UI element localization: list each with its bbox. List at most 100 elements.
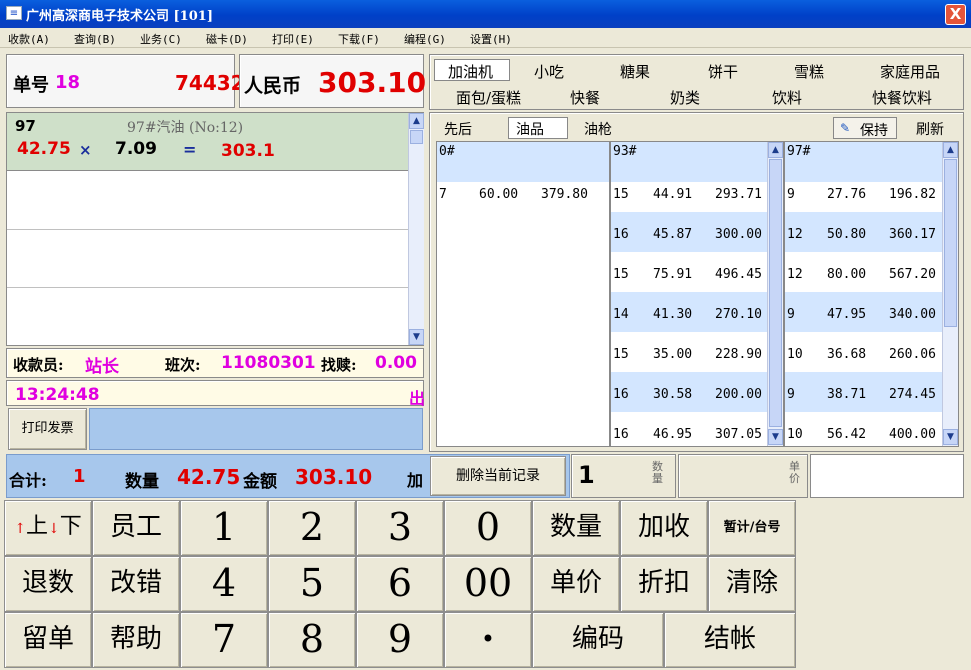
help-button[interactable]: 帮助: [92, 612, 180, 668]
surcharge-button[interactable]: 加收: [620, 500, 708, 556]
staff-button[interactable]: 员工: [92, 500, 180, 556]
list-scrollbar[interactable]: ▲ ▼: [767, 142, 783, 446]
scroll-down-icon[interactable]: ▼: [768, 429, 783, 445]
delete-record-button[interactable]: 删除当前记录: [430, 456, 566, 496]
scroll-up-icon[interactable]: ▲: [943, 142, 958, 158]
list-item-nozzle: 14: [613, 307, 629, 322]
key-7[interactable]: 7: [180, 612, 268, 668]
list-item[interactable]: 9 47.95 340.00: [785, 292, 958, 332]
cat-household[interactable]: 家庭用品: [880, 61, 940, 82]
qty-button[interactable]: 数量: [532, 500, 620, 556]
item-price: 7.09: [115, 139, 157, 159]
close-button[interactable]: X: [945, 4, 966, 25]
key-6[interactable]: 6: [356, 556, 444, 612]
cat-fastfood[interactable]: 快餐: [570, 87, 600, 108]
checkout-button[interactable]: 结帐: [664, 612, 796, 668]
item-list[interactable]: 97 97#汽油 (No:12) 42.75 × 7.09 = 303.1 ▲ …: [6, 112, 424, 346]
list-item[interactable]: 12 80.00 567.20: [785, 252, 958, 292]
correct-button[interactable]: 改错: [92, 556, 180, 612]
item-row-selected[interactable]: 97 97#汽油 (No:12) 42.75 × 7.09 = 303.1: [7, 113, 408, 171]
subtab-fuel[interactable]: 油品: [516, 119, 544, 139]
cat-drinks[interactable]: 饮料: [772, 87, 802, 108]
key-9[interactable]: 9: [356, 612, 444, 668]
list-item[interactable]: 9 38.71 274.45: [785, 372, 958, 412]
menu-settings[interactable]: 设置(H): [470, 31, 512, 47]
menu-download[interactable]: 下载(F): [338, 31, 380, 47]
list-item-nozzle: 12: [787, 267, 803, 282]
qty-entry[interactable]: 1 数量: [571, 454, 676, 498]
list-item[interactable]: 14 41.30 270.10: [611, 292, 783, 332]
print-invoice-button[interactable]: 打印发票: [8, 408, 87, 450]
key-3[interactable]: 3: [356, 500, 444, 556]
list-item[interactable]: 16 46.95 307.05: [611, 412, 783, 446]
scroll-thumb[interactable]: [944, 159, 957, 327]
list-item[interactable]: 7 60.00 379.80: [437, 172, 609, 212]
key-00[interactable]: 00: [444, 556, 532, 612]
price-entry[interactable]: 单价: [678, 454, 808, 498]
list-item[interactable]: 10 56.42 400.00: [785, 412, 958, 446]
list-item[interactable]: 15 35.00 228.90: [611, 332, 783, 372]
fuel-list-93[interactable]: 93# 15 44.91 293.71 16 45.87 300.00 15 75.91 4…: [610, 141, 784, 447]
cat-fastfood-drinks[interactable]: 快餐饮料: [872, 87, 932, 108]
list-item-qty: 41.30: [653, 307, 693, 322]
cat-icecream[interactable]: 雪糕: [794, 61, 824, 82]
app-icon: ≡: [6, 6, 22, 20]
up-down-button[interactable]: ↑上↓下: [4, 500, 92, 556]
code-button[interactable]: 编码: [532, 612, 664, 668]
cat-dispenser[interactable]: 加油机: [448, 61, 493, 82]
scroll-thumb[interactable]: [769, 159, 782, 427]
key-8[interactable]: 8: [268, 612, 356, 668]
list-item[interactable]: 12 50.80 360.17: [785, 212, 958, 252]
key-1[interactable]: 1: [180, 500, 268, 556]
up-label: 上: [25, 514, 48, 539]
menu-print[interactable]: 打印(E): [272, 31, 314, 47]
currency-label: 人民币: [244, 75, 302, 97]
menu-business[interactable]: 业务(C): [140, 31, 182, 47]
key-2[interactable]: 2: [268, 500, 356, 556]
list-item[interactable]: 9 27.76 196.82: [785, 172, 958, 212]
cat-bread-cake[interactable]: 面包/蛋糕: [456, 87, 521, 108]
discount-button[interactable]: 折扣: [620, 556, 708, 612]
scroll-up-icon[interactable]: ▲: [409, 113, 424, 129]
hold-order-button[interactable]: 留单: [4, 612, 92, 668]
scroll-thumb[interactable]: [410, 130, 423, 144]
list-item[interactable]: 15 75.91 496.45: [611, 252, 783, 292]
cat-snacks[interactable]: 小吃: [534, 61, 564, 82]
menu-card[interactable]: 磁卡(D): [206, 31, 248, 47]
key-0[interactable]: 0: [444, 500, 532, 556]
key-4[interactable]: 4: [180, 556, 268, 612]
cat-candy[interactable]: 糖果: [620, 61, 650, 82]
key-dot[interactable]: •: [444, 612, 532, 668]
list-item-nozzle: 9: [787, 387, 795, 402]
scroll-down-icon[interactable]: ▼: [409, 329, 424, 345]
scroll-up-icon[interactable]: ▲: [768, 142, 783, 158]
cat-dairy[interactable]: 奶类: [670, 87, 700, 108]
fuel-list-97[interactable]: 97# 9 27.76 196.82 12 50.80 360.17 12 80.00 56…: [784, 141, 959, 447]
extra-entry[interactable]: [810, 454, 964, 498]
list-item[interactable]: 15 44.91 293.71: [611, 172, 783, 212]
key-5[interactable]: 5: [268, 556, 356, 612]
list-item[interactable]: 16 30.58 200.00: [611, 372, 783, 412]
refresh-button[interactable]: 刷新: [916, 119, 944, 139]
order-total: 303.10: [318, 66, 427, 99]
list-scrollbar[interactable]: ▲ ▼: [942, 142, 958, 446]
return-button[interactable]: 退数: [4, 556, 92, 612]
menu-checkout[interactable]: 收款(A): [8, 31, 50, 47]
subtab-nozzle[interactable]: 油枪: [584, 119, 612, 139]
list-item-amount: 307.05: [715, 427, 762, 442]
list-item[interactable]: 10 36.68 260.06: [785, 332, 958, 372]
clear-button[interactable]: 清除: [708, 556, 796, 612]
list-item[interactable]: 16 45.87 300.00: [611, 212, 783, 252]
fuel-list-0[interactable]: 0# 7 60.00 379.80: [436, 141, 610, 447]
list-header-label: 97#: [787, 144, 811, 159]
subtab-order[interactable]: 先后: [444, 119, 472, 139]
hold-button[interactable]: ✎ 保持: [833, 117, 897, 139]
menu-program[interactable]: 编程(G): [404, 31, 446, 47]
subtotal-button[interactable]: 暂计/台号: [708, 500, 796, 556]
menu-query[interactable]: 查询(B): [74, 31, 116, 47]
item-list-scrollbar[interactable]: ▲ ▼: [408, 113, 424, 345]
shift-label: 班次:: [165, 356, 201, 374]
cat-biscuits[interactable]: 饼干: [708, 61, 738, 82]
scroll-down-icon[interactable]: ▼: [943, 429, 958, 445]
price-button[interactable]: 单价: [532, 556, 620, 612]
